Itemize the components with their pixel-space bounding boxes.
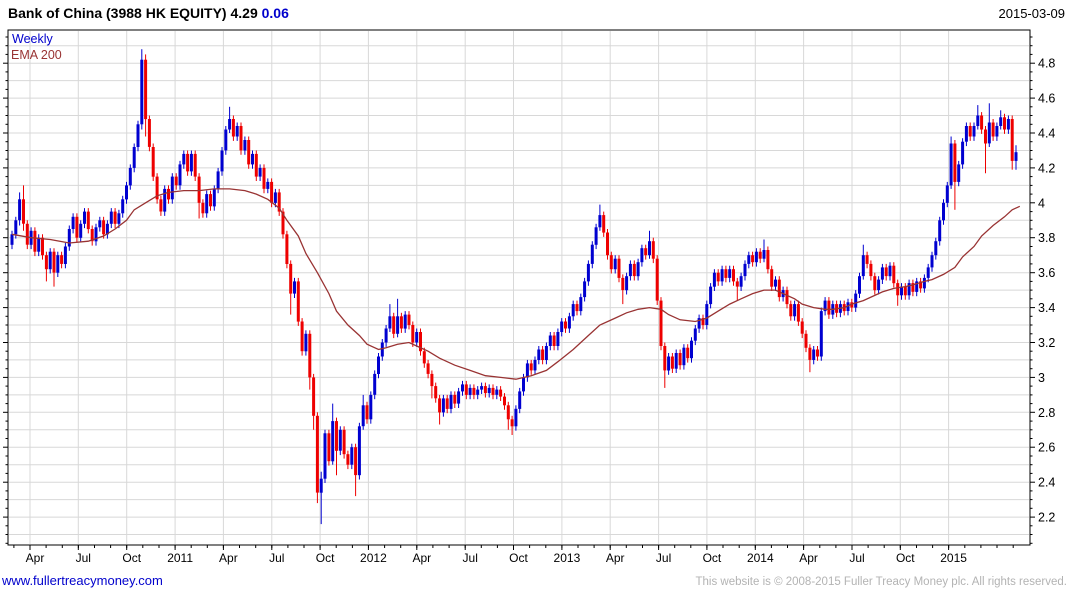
svg-text:2.6: 2.6	[1038, 441, 1055, 455]
svg-text:3.4: 3.4	[1038, 301, 1055, 315]
svg-text:Apr: Apr	[606, 551, 625, 565]
svg-text:3.2: 3.2	[1038, 336, 1055, 350]
y-axis-labels: 4.8 4.6 4.4 4.2 4 3.8 3.6 3.4 3.2 3 2.8 2.6 2.4 2.2	[1038, 57, 1055, 525]
svg-text:2.8: 2.8	[1038, 406, 1055, 420]
svg-text:Oct: Oct	[703, 551, 722, 565]
svg-text:Apr: Apr	[799, 551, 818, 565]
svg-text:Oct: Oct	[122, 551, 141, 565]
ema-line	[11, 188, 1021, 380]
svg-text:2013: 2013	[554, 551, 581, 565]
svg-text:4.2: 4.2	[1038, 161, 1055, 175]
svg-text:2014: 2014	[747, 551, 774, 565]
svg-text:Jul: Jul	[463, 551, 478, 565]
svg-text:3: 3	[1038, 371, 1045, 385]
svg-text:4.6: 4.6	[1038, 92, 1055, 106]
svg-text:Jul: Jul	[656, 551, 671, 565]
svg-text:3.8: 3.8	[1038, 231, 1055, 245]
svg-text:Jul: Jul	[269, 551, 284, 565]
legend-series-weekly: Weekly	[12, 32, 53, 46]
copyright-text: This website is © 2008-2015 Fuller Treac…	[695, 576, 1067, 588]
instrument-title: Bank of China (3988 HK EQUITY) 4.29	[8, 5, 258, 21]
price-change: 0.06	[261, 5, 289, 21]
svg-text:2015: 2015	[940, 551, 967, 565]
svg-text:Oct: Oct	[316, 551, 335, 565]
chart-date: 2015-03-09	[998, 6, 1066, 21]
fullertreacymoney-link[interactable]: www.fullertreacymoney.com	[2, 573, 163, 588]
legend-ema-200: EMA 200	[11, 48, 62, 62]
svg-text:Jul: Jul	[76, 551, 91, 565]
price-chart: 4.8 4.6 4.4 4.2 4 3.8 3.6 3.4 3.2 3 2.8 2.6 2.4 2.2 Ap…	[3, 29, 1055, 565]
svg-text:2011: 2011	[167, 551, 193, 565]
svg-text:Apr: Apr	[412, 551, 431, 565]
x-axis-labels: Apr Jul Oct 2011 Apr Jul Oct 2012 Apr Jul Oct 2013 A…	[26, 551, 968, 565]
svg-text:4.8: 4.8	[1038, 57, 1055, 71]
svg-text:Apr: Apr	[219, 551, 238, 565]
chart-window: 4.8 4.6 4.4 4.2 4 3.8 3.6 3.4 3.2 3 2.8 2.6 2.4 2.2 Ap…	[0, 0, 1075, 600]
svg-text:Oct: Oct	[896, 551, 915, 565]
svg-text:4.4: 4.4	[1038, 127, 1055, 141]
svg-text:Oct: Oct	[509, 551, 528, 565]
svg-text:3.6: 3.6	[1038, 266, 1055, 280]
svg-text:2.2: 2.2	[1038, 511, 1055, 525]
svg-text:2.4: 2.4	[1038, 476, 1055, 490]
svg-text:2012: 2012	[360, 551, 387, 565]
svg-text:Jul: Jul	[849, 551, 864, 565]
svg-text:Apr: Apr	[26, 551, 45, 565]
plot-frame	[7, 29, 1031, 546]
page-title: Bank of China (3988 HK EQUITY) 4.29 0.06	[8, 5, 289, 21]
svg-text:4: 4	[1038, 196, 1045, 210]
